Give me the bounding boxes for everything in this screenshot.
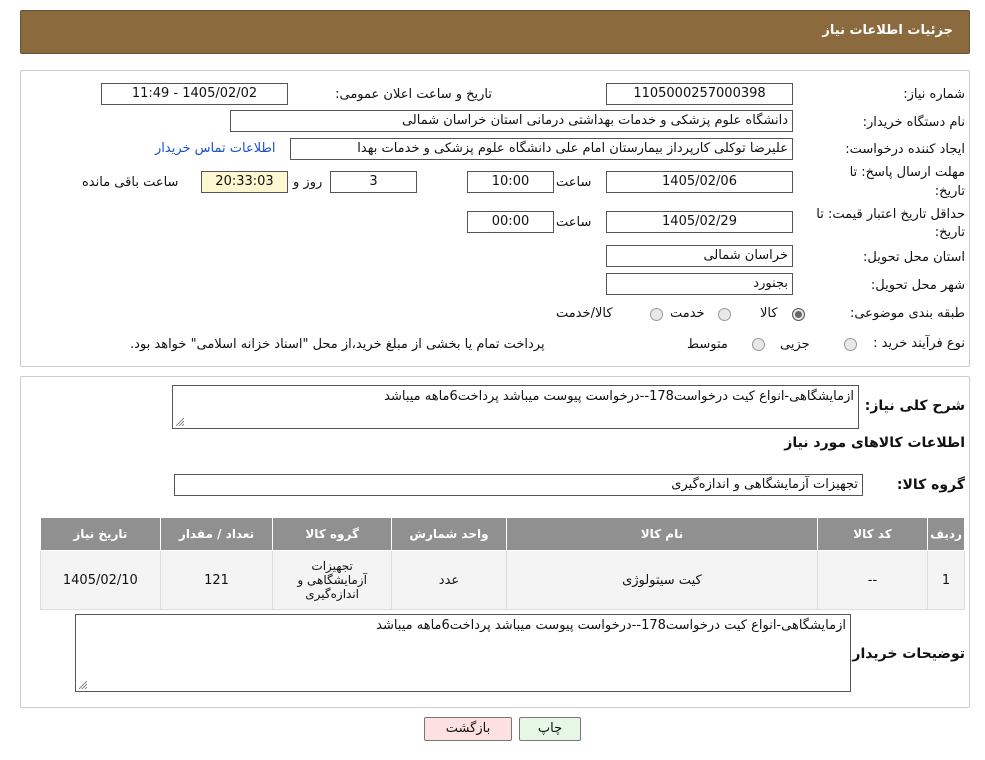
cell-name: کیت سیتولوژی: [505, 550, 818, 610]
col-date: تاریخ نیاز: [40, 517, 161, 551]
category-option-goods: کالا: [760, 306, 778, 321]
resize-grip-icon[interactable]: [176, 418, 184, 426]
col-unit: واحد شمارش: [391, 517, 507, 551]
need-number-field: 1105000257000398: [606, 83, 793, 105]
remaining-days-field: 3: [330, 171, 417, 193]
validity-time-field: 00:00: [467, 211, 554, 233]
description-text: ازمایشگاهی-انواع کیت درخواست178--درخواست…: [384, 389, 854, 404]
goods-group-field: تجهیزات آزمایشگاهی و اندازه‌گیری: [174, 474, 863, 496]
table-row: 1 -- کیت سیتولوژی عدد تجهیزات آزمایشگاهی…: [40, 550, 965, 610]
resize-grip-icon[interactable]: [79, 681, 87, 689]
validity-label-date: تاریخ:: [934, 225, 965, 240]
announce-date-field: 1405/02/02 - 11:49: [101, 83, 288, 105]
city-field: بجنورد: [606, 273, 793, 295]
validity-time-label: ساعت: [556, 215, 592, 230]
print-button[interactable]: چاپ: [519, 717, 581, 741]
cell-unit: عدد: [391, 550, 507, 610]
cell-date: 1405/02/10: [40, 550, 161, 610]
province-label: استان محل تحویل:: [863, 250, 965, 265]
col-code: کد کالا: [816, 517, 929, 551]
process-option-medium: متوسط: [687, 337, 728, 352]
process-type-label: نوع فرآیند خرید :: [873, 336, 965, 351]
process-option-minor: جزیی: [780, 337, 810, 352]
items-table: ردیف کد کالا نام کالا واحد شمارش گروه کا…: [40, 517, 965, 610]
process-radio-medium[interactable]: [752, 338, 765, 351]
page-header: جزئیات اطلاعات نیاز: [20, 10, 970, 54]
cell-row: 1: [927, 550, 965, 610]
description-label: شرح کلی نیاز:: [864, 398, 965, 414]
goods-group-label: گروه کالا:: [896, 477, 965, 493]
goods-info-title: اطلاعات کالاهای مورد نیاز: [784, 435, 965, 451]
cell-group: تجهیزات آزمایشگاهی و اندازه‌گیری: [272, 550, 392, 610]
deadline-label-date: تاریخ:: [934, 184, 965, 199]
announce-date-label: تاریخ و ساعت اعلان عمومی:: [335, 87, 492, 102]
back-button[interactable]: بازگشت: [424, 717, 512, 741]
deadline-label: مهلت ارسال پاسخ: تا: [849, 165, 965, 180]
process-radio-minor[interactable]: [844, 338, 857, 351]
city-label: شهر محل تحویل:: [870, 278, 965, 293]
col-qty: تعداد / مقدار: [159, 517, 274, 551]
buyer-notes-textarea: ازمایشگاهی-انواع کیت درخواست178--درخواست…: [75, 614, 851, 692]
description-textarea: ازمایشگاهی-انواع کیت درخواست178--درخواست…: [172, 385, 859, 429]
buyer-org-label: نام دستگاه خریدار:: [862, 115, 965, 130]
deadline-time-field: 10:00: [467, 171, 554, 193]
buyer-notes-label: توضیحات خریدار:: [846, 646, 965, 662]
creator-field: علیرضا توکلی کارپرداز بیمارستان امام علی…: [290, 138, 793, 160]
deadline-time-label: ساعت: [556, 175, 592, 190]
category-radio-goods[interactable]: [792, 308, 805, 321]
category-radio-goods-service[interactable]: [650, 308, 663, 321]
cell-code: --: [816, 550, 929, 610]
col-group: گروه کالا: [272, 517, 392, 551]
payment-note: پرداخت تمام یا بخشی از مبلغ خرید،از محل …: [130, 337, 545, 352]
page-title: جزئیات اطلاعات نیاز: [822, 23, 953, 38]
table-header-row: ردیف کد کالا نام کالا واحد شمارش گروه کا…: [40, 517, 965, 551]
validity-date-field: 1405/02/29: [606, 211, 793, 233]
col-row: ردیف: [927, 517, 965, 551]
buyer-org-field: دانشگاه علوم پزشکی و خدمات بهداشتی درمان…: [230, 110, 793, 132]
validity-label: حداقل تاریخ اعتبار قیمت: تا: [816, 207, 965, 222]
province-field: خراسان شمالی: [606, 245, 793, 267]
category-label: طبقه بندی موضوعی:: [849, 306, 965, 321]
need-number-label: شماره نیاز:: [903, 87, 965, 102]
remaining-time-label: ساعت باقی مانده: [82, 175, 179, 190]
category-radio-service[interactable]: [718, 308, 731, 321]
buyer-notes-text: ازمایشگاهی-انواع کیت درخواست178--درخواست…: [376, 618, 846, 633]
category-option-goods-service: کالا/خدمت: [556, 306, 613, 321]
remaining-time-field: 20:33:03: [201, 171, 288, 193]
buyer-contact-link[interactable]: اطلاعات تماس خریدار: [155, 141, 275, 156]
cell-qty: 121: [159, 550, 274, 610]
col-name: نام کالا: [505, 517, 818, 551]
creator-label: ایجاد کننده درخواست:: [845, 142, 965, 157]
days-label: روز و: [293, 175, 323, 190]
category-option-service: خدمت: [670, 306, 705, 321]
deadline-date-field: 1405/02/06: [606, 171, 793, 193]
